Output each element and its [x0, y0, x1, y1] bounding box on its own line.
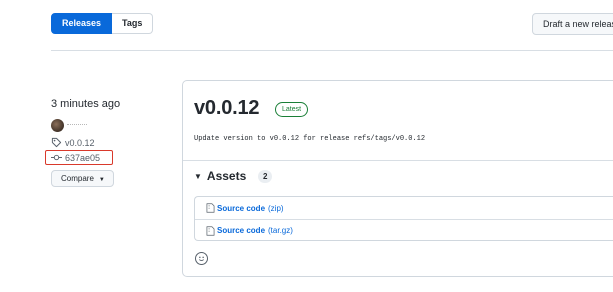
- tag-label: v0.0.12: [65, 137, 95, 148]
- commit-sha: 637ae05: [65, 152, 101, 163]
- divider: [51, 50, 613, 51]
- file-zip-icon: [206, 225, 215, 236]
- asset-name: Source code: [217, 226, 266, 235]
- tag-icon: [51, 137, 62, 148]
- asset-ext: (tar.gz): [268, 226, 293, 235]
- draft-new-release-button[interactable]: Draft a new release: [532, 13, 613, 35]
- release-title[interactable]: v0.0.12: [194, 97, 260, 120]
- divider: [183, 160, 613, 161]
- compare-label: Compare: [61, 174, 94, 183]
- caret-down-icon: ▼: [98, 177, 105, 183]
- commit-link[interactable]: 637ae05: [45, 150, 113, 165]
- tag-link[interactable]: v0.0.12: [51, 137, 95, 148]
- tab-releases[interactable]: Releases: [51, 13, 113, 34]
- smiley-icon: [199, 256, 204, 262]
- avatar[interactable]: [51, 119, 64, 132]
- asset-name: Source code: [217, 203, 266, 213]
- author-name[interactable]: [67, 119, 87, 125]
- release-card: v0.0.12 Latest Update version to v0.0.12…: [182, 80, 613, 277]
- compare-button[interactable]: Compare ▼: [51, 170, 114, 187]
- assets-list: Source code (zip) Source code (tar.gz): [194, 196, 613, 241]
- add-reaction-button[interactable]: [195, 252, 208, 265]
- release-tabs: Releases Tags: [51, 13, 154, 34]
- assets-count-badge: 2: [258, 169, 273, 183]
- assets-toggle[interactable]: ▼ Assets 2: [194, 169, 273, 183]
- triangle-down-icon: ▼: [194, 171, 202, 181]
- asset-source-zip[interactable]: Source code (zip): [195, 197, 613, 219]
- assets-heading: Assets: [206, 169, 247, 183]
- commit-icon: [51, 154, 62, 161]
- latest-badge: Latest: [275, 102, 309, 117]
- file-zip-icon: [206, 203, 215, 213]
- releases-page: Releases Tags Draft a new release 3 minu…: [0, 0, 613, 292]
- release-notes: Update version to v0.0.12 for release re…: [194, 135, 426, 143]
- asset-ext: (zip): [268, 203, 284, 213]
- asset-source-tar[interactable]: Source code (tar.gz): [195, 219, 613, 241]
- release-time: 3 minutes ago: [51, 98, 121, 110]
- tab-tags[interactable]: Tags: [112, 13, 154, 34]
